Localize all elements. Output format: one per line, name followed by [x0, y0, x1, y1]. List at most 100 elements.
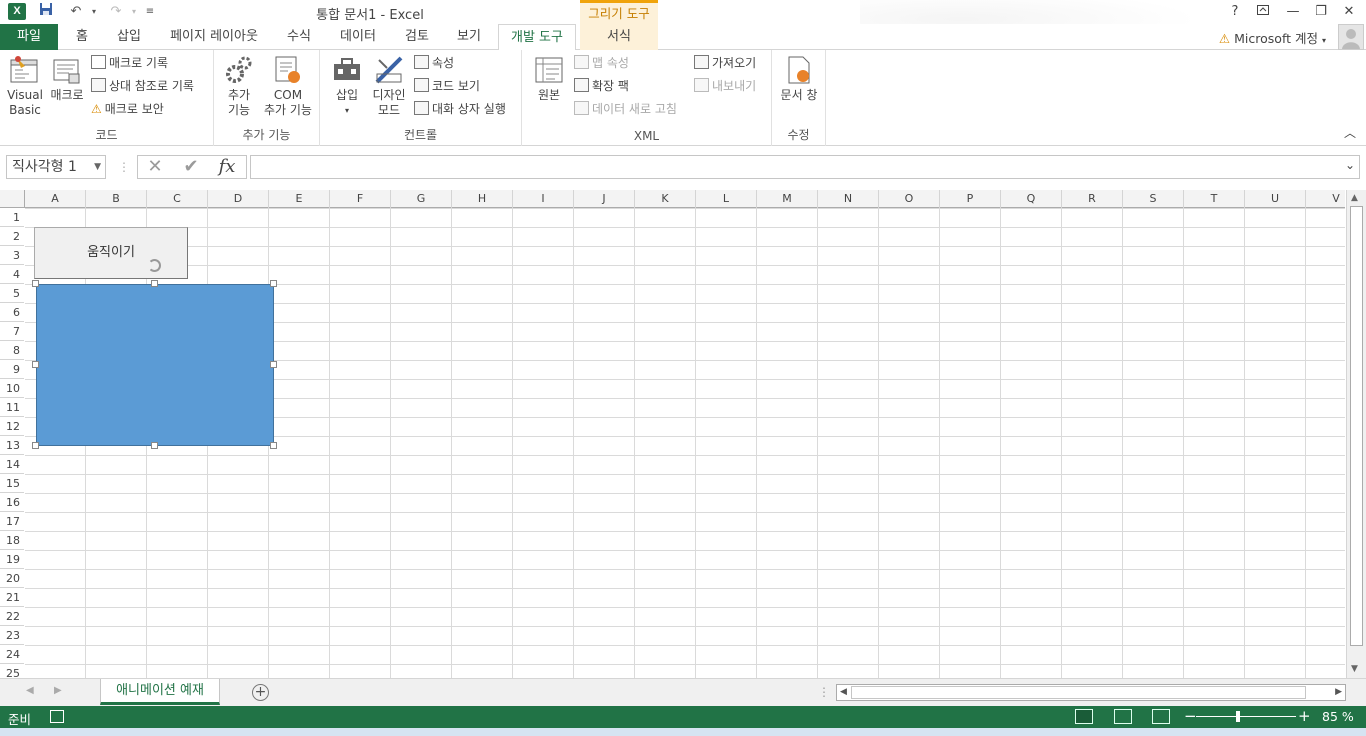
help-button[interactable]: ?	[1222, 2, 1248, 22]
row-header[interactable]: 17	[0, 512, 24, 531]
close-button[interactable]: ✕	[1336, 2, 1362, 22]
zoom-level[interactable]: 85 %	[1322, 709, 1354, 724]
row-header[interactable]: 13	[0, 436, 24, 455]
export-button[interactable]: 내보내기	[694, 76, 756, 96]
xml-source-button[interactable]: 원본	[530, 54, 568, 103]
com-addins-button[interactable]: COM 추가 기능	[260, 54, 316, 118]
column-header[interactable]: P	[940, 190, 1001, 208]
map-properties-button[interactable]: 맵 속성	[574, 53, 629, 73]
row-header[interactable]: 25	[0, 664, 24, 678]
relative-reference-button[interactable]: 상대 참조로 기록	[91, 76, 194, 96]
scroll-left-icon[interactable]: ◀	[840, 685, 847, 700]
column-header[interactable]: C	[147, 190, 208, 208]
row-header[interactable]: 10	[0, 379, 24, 398]
ribbon-display-icon[interactable]	[1250, 2, 1276, 22]
expansion-packs-button[interactable]: 확장 팩	[574, 76, 629, 96]
tab-view[interactable]: 보기	[448, 24, 490, 50]
record-macro-button[interactable]: 매크로 기록	[91, 53, 168, 73]
tab-page-layout[interactable]: 페이지 레이아웃	[160, 24, 268, 50]
resize-handle[interactable]	[32, 361, 39, 368]
formula-input[interactable]: ⌄	[250, 155, 1360, 179]
row-header[interactable]: 18	[0, 531, 24, 550]
move-button[interactable]: 움직이기	[34, 227, 188, 279]
scroll-down-icon[interactable]: ▼	[1351, 664, 1358, 674]
account-menu[interactable]: ⚠ Microsoft 계정 ▾	[1219, 28, 1326, 47]
column-header[interactable]: R	[1062, 190, 1123, 208]
tab-home[interactable]: 홈	[64, 24, 100, 50]
column-header[interactable]: N	[818, 190, 879, 208]
tab-review[interactable]: 검토	[396, 24, 438, 50]
column-header[interactable]: E	[269, 190, 330, 208]
macro-button[interactable]: 매크로	[48, 54, 86, 103]
row-header[interactable]: 16	[0, 493, 24, 512]
import-button[interactable]: 가져오기	[694, 53, 756, 73]
sheet-tab-active[interactable]: 애니메이션 예재	[100, 679, 220, 705]
expand-formula-icon[interactable]: ⌄	[1345, 158, 1355, 172]
column-header[interactable]: B	[86, 190, 147, 208]
resize-handle[interactable]	[151, 442, 158, 449]
undo-dropdown-icon[interactable]: ▾	[84, 2, 104, 22]
row-header[interactable]: 14	[0, 455, 24, 474]
insert-control-button[interactable]: 삽입 ▾	[328, 54, 366, 118]
column-header[interactable]: F	[330, 190, 391, 208]
row-header[interactable]: 21	[0, 588, 24, 607]
column-header[interactable]: L	[696, 190, 757, 208]
design-mode-button[interactable]: 디자인 모드	[370, 54, 408, 118]
column-header[interactable]: T	[1184, 190, 1245, 208]
redo-icon[interactable]: ↷	[106, 2, 126, 22]
row-header[interactable]: 7	[0, 322, 24, 341]
row-header[interactable]: 23	[0, 626, 24, 645]
customize-qat-icon[interactable]: ≡	[140, 2, 160, 22]
document-panel-button[interactable]: 문서 창	[776, 54, 822, 103]
resize-handle[interactable]	[270, 280, 277, 287]
zoom-out-icon[interactable]: −	[1184, 707, 1197, 725]
column-header[interactable]: J	[574, 190, 635, 208]
row-header[interactable]: 24	[0, 645, 24, 664]
row-header[interactable]: 22	[0, 607, 24, 626]
avatar[interactable]	[1338, 24, 1364, 50]
insert-function-icon[interactable]: fx	[210, 155, 244, 179]
resize-handle[interactable]	[270, 361, 277, 368]
view-code-button[interactable]: 코드 보기	[414, 76, 480, 96]
name-box[interactable]: 직사각형 1 ▼	[6, 155, 106, 179]
zoom-slider[interactable]	[1196, 716, 1296, 717]
selected-rectangle-shape[interactable]	[36, 284, 274, 446]
tab-splitter-icon[interactable]: ⋮	[818, 685, 830, 699]
page-break-view-icon[interactable]	[1152, 709, 1170, 724]
cancel-icon[interactable]: ✕	[138, 155, 172, 179]
row-header[interactable]: 6	[0, 303, 24, 322]
undo-icon[interactable]: ↶	[66, 2, 86, 22]
normal-view-icon[interactable]	[1075, 709, 1093, 724]
row-header[interactable]: 20	[0, 569, 24, 588]
column-header[interactable]: H	[452, 190, 513, 208]
column-header[interactable]: A	[25, 190, 86, 208]
enter-icon[interactable]: ✔	[174, 155, 208, 179]
select-all-button[interactable]	[0, 190, 25, 208]
collapse-ribbon-icon[interactable]: ︿	[1344, 124, 1356, 141]
row-header[interactable]: 5	[0, 284, 24, 303]
resize-handle[interactable]	[151, 280, 158, 287]
column-header[interactable]: O	[879, 190, 940, 208]
column-header[interactable]: D	[208, 190, 269, 208]
column-header[interactable]: Q	[1001, 190, 1062, 208]
next-sheet-icon[interactable]: ▶	[54, 685, 62, 696]
tab-data[interactable]: 데이터	[330, 24, 386, 50]
row-header[interactable]: 8	[0, 341, 24, 360]
name-box-dropdown-icon[interactable]: ▼	[94, 156, 101, 178]
row-header[interactable]: 15	[0, 474, 24, 493]
resize-handle[interactable]	[270, 442, 277, 449]
formula-bar-grip-icon[interactable]: ⋮	[118, 160, 130, 174]
scroll-up-icon[interactable]: ▲	[1351, 193, 1358, 203]
horizontal-scroll-thumb[interactable]	[851, 686, 1306, 699]
prev-sheet-icon[interactable]: ◀	[26, 685, 34, 696]
tab-formulas[interactable]: 수식	[278, 24, 320, 50]
row-header[interactable]: 2	[0, 227, 24, 246]
record-macro-status-icon[interactable]	[50, 710, 64, 723]
rotate-handle-icon[interactable]	[148, 259, 161, 272]
resize-handle[interactable]	[32, 442, 39, 449]
restore-button[interactable]: ❐	[1308, 2, 1334, 22]
row-header[interactable]: 9	[0, 360, 24, 379]
visual-basic-button[interactable]: Visual Basic	[4, 54, 46, 118]
save-icon[interactable]	[36, 2, 56, 22]
column-header[interactable]: M	[757, 190, 818, 208]
